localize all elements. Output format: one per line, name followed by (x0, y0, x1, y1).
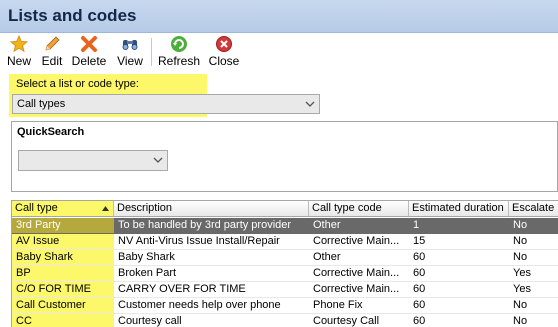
delete-x-icon (81, 36, 97, 52)
cell-escalate: No (509, 218, 558, 234)
cell-description: NV Anti-Virus Issue Install/Repair (114, 234, 309, 250)
toolbar: New Edit Delete View Refresh Close (0, 33, 558, 71)
cell-estimated-duration: 60 (409, 282, 509, 298)
cell-call-type: AV Issue (12, 234, 114, 250)
table-row[interactable]: 3rd Party To be handled by 3rd party pro… (12, 218, 558, 234)
table-row[interactable]: AV Issue NV Anti-Virus Issue Install/Rep… (12, 234, 558, 250)
cell-estimated-duration: 60 (409, 314, 509, 327)
cell-call-type-code: Courtesy Call (309, 314, 409, 327)
title-bar: Lists and codes (0, 0, 558, 33)
chevron-down-icon (153, 157, 163, 163)
cell-description: To be handled by 3rd party provider (114, 218, 309, 234)
cell-call-type-code: Other (309, 218, 409, 234)
new-button-label: New (6, 54, 31, 68)
cell-call-type-code: Corrective Main... (309, 234, 409, 250)
delete-button[interactable]: Delete (71, 35, 107, 69)
cell-escalate: No (509, 250, 558, 266)
column-header-label: Call type (15, 202, 58, 214)
cell-escalate: No (509, 314, 558, 327)
cell-estimated-duration: 15 (409, 234, 509, 250)
cell-escalate: No (509, 234, 558, 250)
table-row[interactable]: Baby Shark Baby Shark Other 60 No (12, 250, 558, 266)
cell-call-type: BP (12, 266, 114, 282)
binoculars-icon (122, 40, 138, 50)
cell-escalate: Yes (509, 266, 558, 282)
toolbar-separator (151, 38, 152, 66)
list-type-label: Select a list or code type: (16, 78, 139, 90)
close-button-label: Close (208, 54, 240, 68)
list-selector-area: Select a list or code type: Call types (0, 71, 558, 122)
new-button[interactable]: New (6, 35, 32, 69)
cell-escalate: Yes (509, 282, 558, 298)
cell-call-type-code: Other (309, 250, 409, 266)
close-icon (216, 36, 232, 52)
cell-description: Broken Part (114, 266, 309, 282)
column-header-description[interactable]: Description (114, 201, 309, 217)
edit-button[interactable]: Edit (39, 35, 65, 69)
refresh-icon (171, 36, 187, 52)
column-header-call-type[interactable]: Call type (12, 201, 114, 217)
sort-ascending-icon (102, 206, 109, 211)
star-icon (10, 35, 28, 53)
table-row[interactable]: C/O FOR TIME CARRY OVER FOR TIME Correct… (12, 282, 558, 298)
refresh-button[interactable]: Refresh (158, 35, 200, 69)
quicksearch-title: QuickSearch (17, 126, 85, 138)
cell-call-type: 3rd Party (12, 218, 114, 234)
cell-description: Baby Shark (114, 250, 309, 266)
pencil-icon (45, 36, 60, 51)
cell-call-type-code: Phone Fix (309, 298, 409, 314)
view-button-label: View (117, 54, 143, 68)
call-types-grid: Call type Description Call type code Est… (11, 200, 558, 327)
column-header-escalate[interactable]: Escalate (509, 201, 558, 217)
quicksearch-dropdown[interactable] (18, 150, 168, 171)
cell-call-type-code: Corrective Main... (309, 266, 409, 282)
cell-escalate: No (509, 298, 558, 314)
close-button[interactable]: Close (207, 35, 241, 69)
list-type-value: Call types (17, 98, 66, 110)
cell-description: Customer needs help over phone (114, 298, 309, 314)
view-button[interactable]: View (116, 35, 144, 69)
cell-call-type-code: Corrective Main... (309, 282, 409, 298)
cell-description: CARRY OVER FOR TIME (114, 282, 309, 298)
cell-estimated-duration: 60 (409, 250, 509, 266)
cell-call-type: C/O FOR TIME (12, 282, 114, 298)
column-header-call-type-code[interactable]: Call type code (309, 201, 409, 217)
cell-estimated-duration: 1 (409, 218, 509, 234)
quicksearch-panel: QuickSearch (11, 121, 558, 192)
table-row[interactable]: BP Broken Part Corrective Main... 60 Yes (12, 266, 558, 282)
edit-button-label: Edit (41, 54, 63, 68)
chevron-down-icon (305, 101, 315, 107)
list-type-dropdown[interactable]: Call types (12, 94, 320, 114)
window-title: Lists and codes (8, 6, 137, 25)
refresh-button-label: Refresh (158, 54, 201, 68)
column-header-estimated-duration[interactable]: Estimated duration (409, 201, 509, 217)
cell-call-type: Baby Shark (12, 250, 114, 266)
cell-description: Courtesy call (114, 314, 309, 327)
table-row[interactable]: CC Courtesy call Courtesy Call 60 No (12, 314, 558, 327)
cell-estimated-duration: 60 (409, 266, 509, 282)
delete-button-label: Delete (71, 54, 107, 68)
cell-call-type: CC (12, 314, 114, 327)
cell-estimated-duration: 60 (409, 298, 509, 314)
table-row[interactable]: Call Customer Customer needs help over p… (12, 298, 558, 314)
cell-call-type: Call Customer (12, 298, 114, 314)
